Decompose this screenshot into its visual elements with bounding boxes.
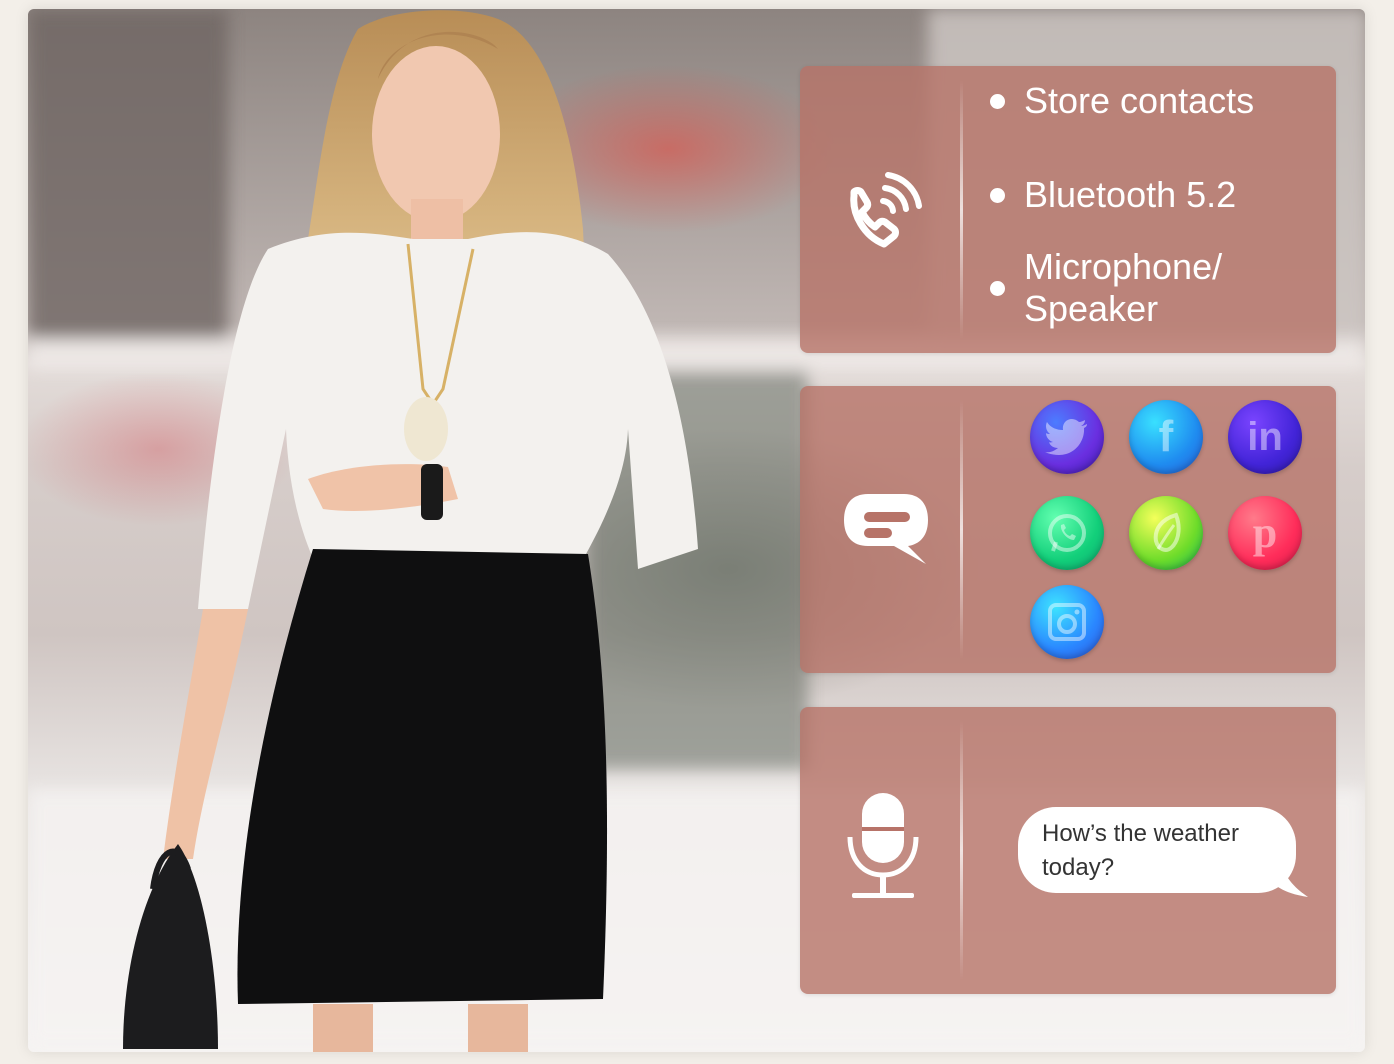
linkedin-icon: in [1228,400,1302,474]
pinterest-icon: p [1228,496,1302,570]
bullet-label: Microphone/ Speaker [1024,246,1223,329]
voice-assistant-panel: How’s the weather today? [800,707,1336,994]
bullet-store-contacts: Store contacts [990,80,1254,122]
bullet-dot [990,93,1005,109]
calls-feature-panel: Store contacts Bluetooth 5.2 Microphone/… [800,66,1336,353]
evernote-icon [1129,496,1203,570]
bullet-dot [990,187,1005,203]
voice-query-text: How’s the weather today? [1042,820,1239,881]
speech-bubble-tail [1278,859,1308,897]
product-banner: Store contacts Bluetooth 5.2 Microphone/… [28,9,1365,1052]
whatsapp-icon [1030,496,1104,570]
panel-divider [960,80,963,339]
speech-bubble: How’s the weather today? [1018,807,1296,893]
panel-divider [960,721,963,980]
microphone-icon [838,787,928,911]
bullet-label: Bluetooth 5.2 [1024,174,1237,215]
instagram-icon [1030,585,1104,659]
social-apps-grid: f in p [800,386,1336,673]
facebook-icon: f [1129,400,1203,474]
bullet-bluetooth: Bluetooth 5.2 [990,174,1236,216]
twitter-icon [1030,400,1104,474]
bullet-dot [990,280,1005,296]
bullet-microphone-speaker: Microphone/ Speaker [990,246,1222,330]
notifications-feature-panel: f in p [800,386,1336,673]
phone-call-icon [838,166,928,260]
bullet-label: Store contacts [1024,80,1255,121]
feature-bullet-list: Store contacts Bluetooth 5.2 Microphone/… [990,66,1326,353]
